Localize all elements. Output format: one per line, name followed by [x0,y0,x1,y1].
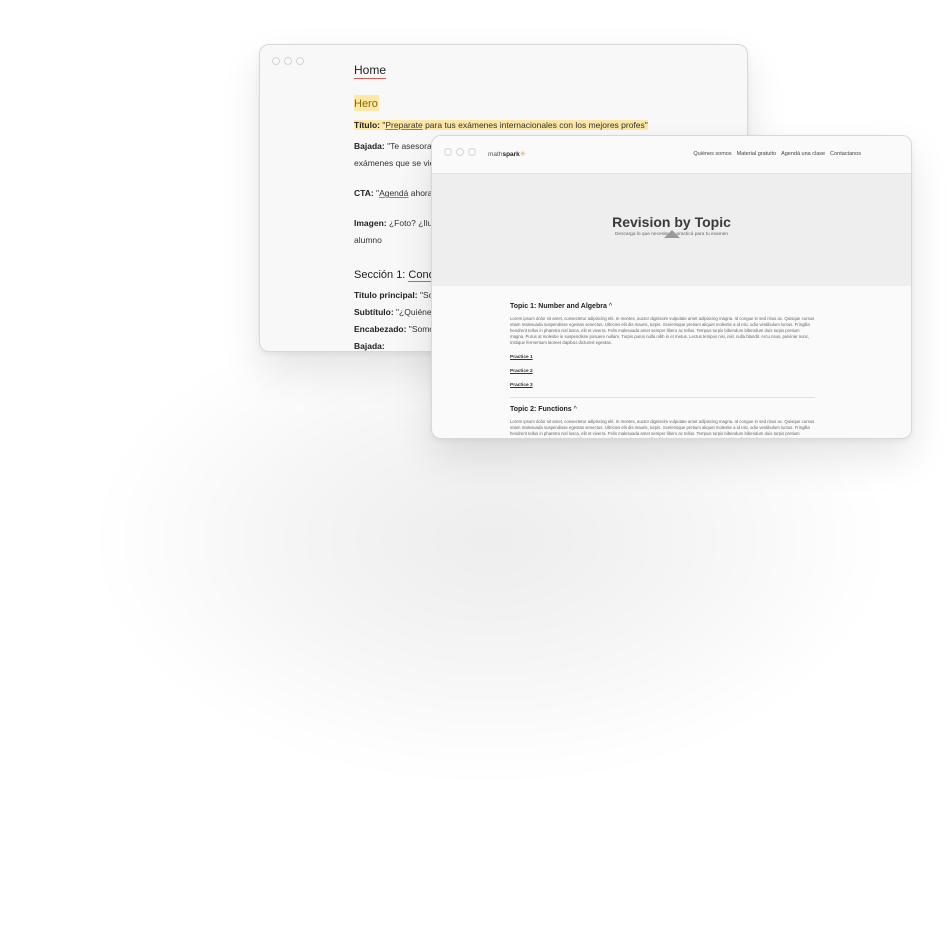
nav-material-gratuito[interactable]: Material gratuito [737,151,776,157]
chevron-up-icon[interactable]: ^ [574,406,577,413]
nav-quienes-somos[interactable]: Quiénes somos [693,151,731,157]
window-dot-icon[interactable] [444,148,452,156]
window-dot-icon[interactable] [456,148,464,156]
divider [510,397,815,398]
window-dot-icon[interactable] [284,57,292,65]
bajada2-label: Bajada: [354,341,385,351]
spark-icon: ✳ [519,151,526,158]
section-prefix: Sección 1: [354,269,409,281]
chevron-up-icon[interactable]: ^ [609,303,612,310]
window-dot-icon[interactable] [468,148,476,156]
titulo-label: Título: [354,120,380,130]
hero-title: Revision by Topic [612,214,731,230]
encabezado-label: Encabezado: [354,324,407,334]
titulo-line: Título: "Preparate para tus exámenes int… [354,119,734,132]
nav-contactanos[interactable]: Contactanos [830,151,861,157]
topic-1-description: Lorem ipsum dolor sit amet, consectetur … [510,316,815,345]
cta-link[interactable]: Agendá [379,188,408,198]
topic-2-title: Topic 2: Functions [510,406,572,413]
practice-link-1[interactable]: Practice 1 [510,355,815,360]
nav-links: Quiénes somos Material gratuito Agendá u… [693,151,861,157]
website-window: mathspark✳ Quiénes somos Material gratui… [431,135,912,439]
topic-2-description: Lorem ipsum dolor sit amet, consectetur … [510,419,815,438]
bajada-label: Bajada: [354,141,385,151]
logo-bold: spark [502,151,520,158]
titulo-link[interactable]: Preparate [385,120,422,130]
site-logo[interactable]: mathspark✳ [488,150,526,158]
topic-2-header[interactable]: Topic 2: Functions ^ [510,406,815,413]
nav-agenda-clase[interactable]: Agendá una clase [781,151,825,157]
topic-1-header[interactable]: Topic 1: Number and Algebra ^ [510,303,815,310]
window-dot-icon[interactable] [272,57,280,65]
titulo-principal-label: Titulo principal: [354,290,418,300]
practice-link-2[interactable]: Practice 2 [510,369,815,374]
site-navbar: mathspark✳ Quiénes somos Material gratui… [432,136,911,174]
hero-section: Revision by Topic Descarga lo que necesi… [432,174,911,286]
window-controls [272,57,304,65]
titulo-text: para tus exámenes internacionales con lo… [422,120,648,130]
heading-home: Home [354,63,387,79]
logo-prefix: math [488,151,503,158]
image-placeholder-icon [664,230,680,238]
window-controls [444,148,476,156]
topic-1-title: Topic 1: Number and Algebra [510,303,607,310]
heading-hero: Hero [354,95,379,111]
topics-content: Topic 1: Number and Algebra ^ Lorem ipsu… [510,303,815,438]
practice-link-3[interactable]: Practice 3 [510,383,815,388]
imagen-label: Imagen: [354,218,387,228]
window-dot-icon[interactable] [296,57,304,65]
cta-label: CTA: [354,188,374,198]
subtitulo-label: Subtítulo: [354,307,394,317]
